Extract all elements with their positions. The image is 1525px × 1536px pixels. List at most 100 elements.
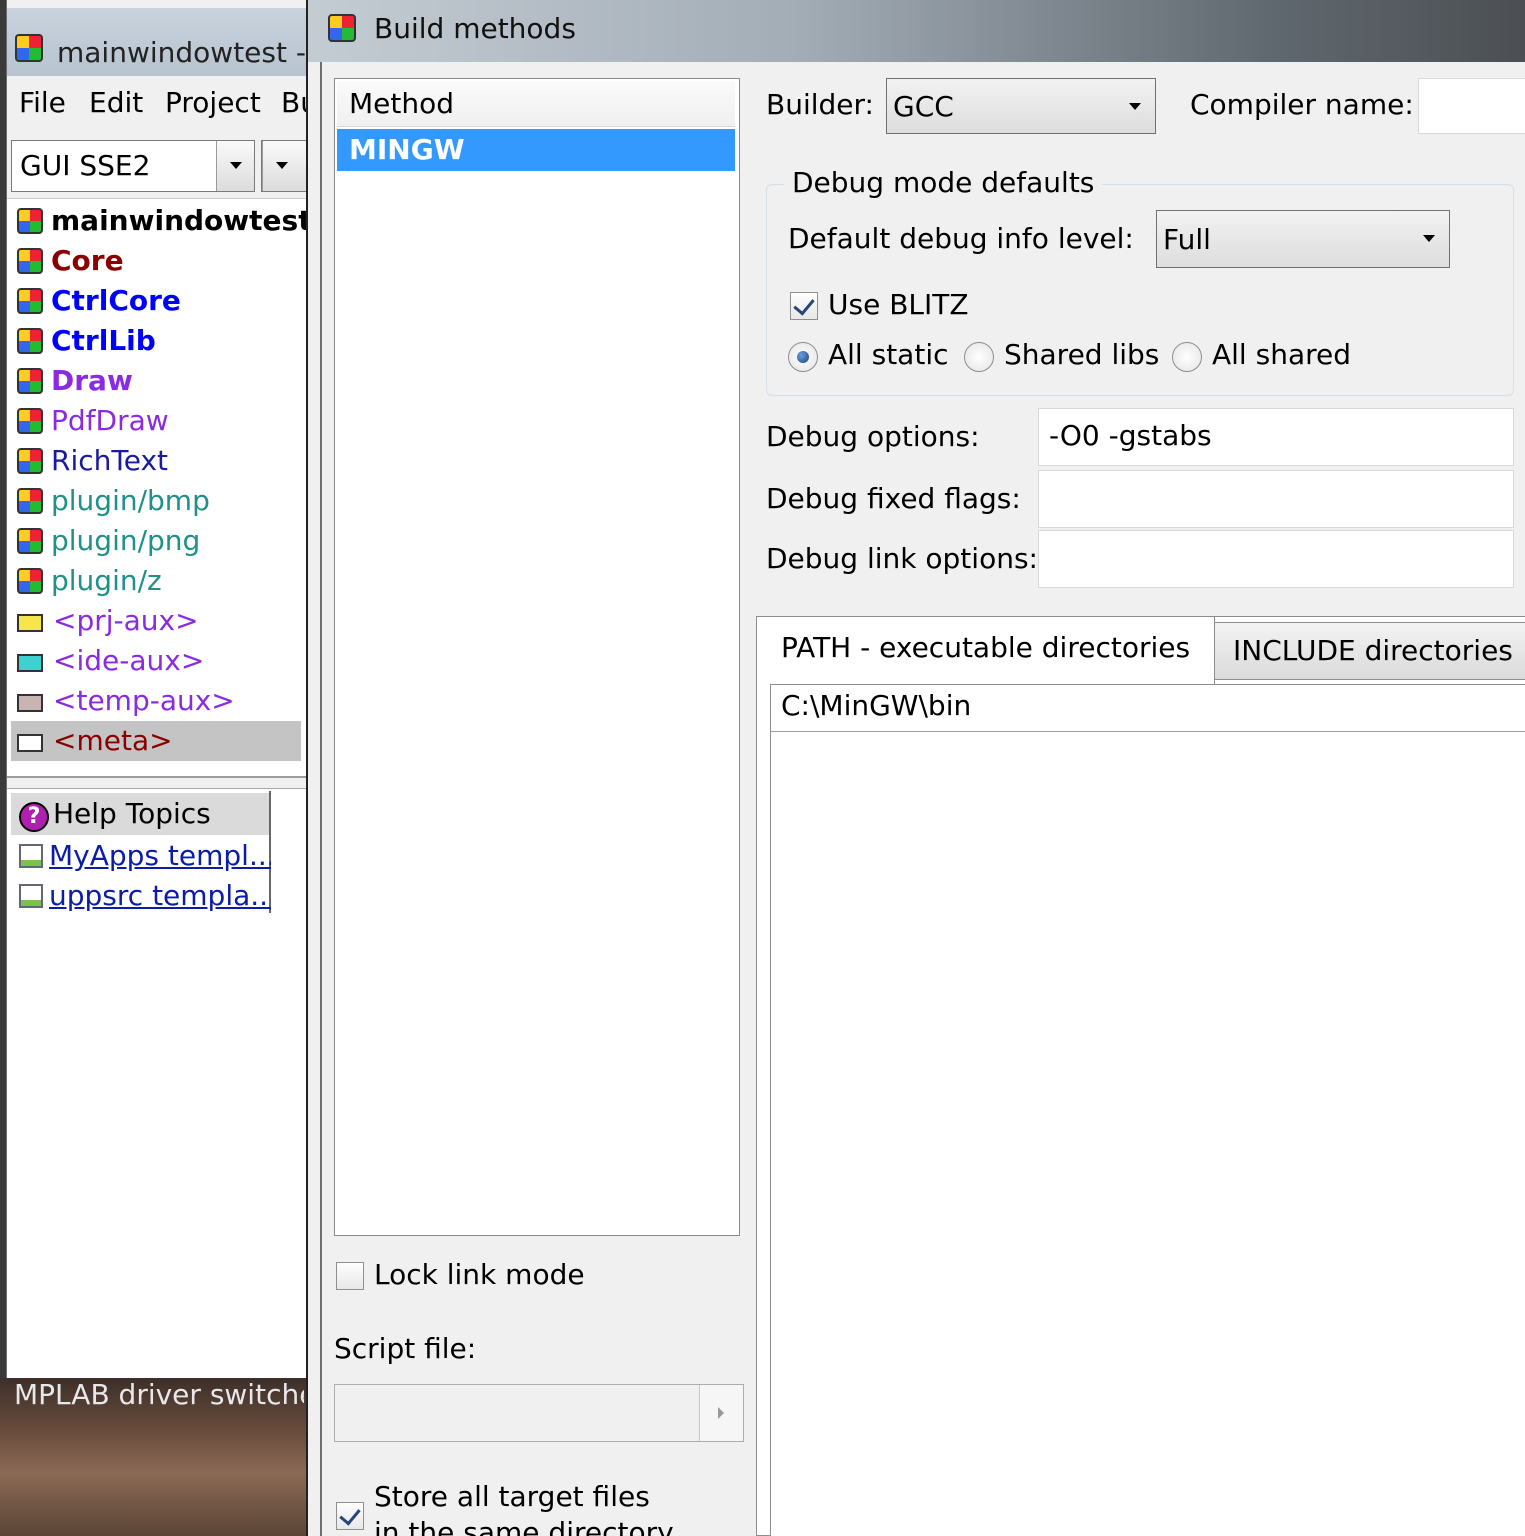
radio-all-shared-label: All shared xyxy=(1212,338,1352,371)
menubar: File Edit Project Bu xyxy=(7,82,318,128)
radio-all-static[interactable] xyxy=(788,342,818,372)
debug-options-input[interactable]: -O0 -gstabs xyxy=(1038,408,1514,466)
package-item[interactable]: mainwindowtest xyxy=(17,201,312,241)
debug-defaults-title: Debug mode defaults xyxy=(784,166,1103,199)
document-icon xyxy=(19,844,43,868)
package-label: Draw xyxy=(51,364,133,397)
package-item[interactable]: <ide-aux> xyxy=(17,641,307,681)
lock-link-mode-checkbox[interactable] xyxy=(336,1262,364,1290)
desktop-window-label: MPLAB driver switcher xyxy=(14,1380,304,1411)
help-link-label: uppsrc templa... xyxy=(49,879,271,912)
store-all-target-label: Store all target files xyxy=(374,1480,650,1513)
package-icon xyxy=(17,288,43,314)
main-titlebar[interactable]: mainwindowtest - ( xyxy=(7,8,326,76)
help-link-label: MyApps templ... xyxy=(49,839,271,872)
package-item[interactable]: CtrlLib xyxy=(17,321,307,361)
app-icon xyxy=(15,34,43,62)
package-label: plugin/z xyxy=(51,564,162,597)
method-row-mingw[interactable]: MINGW xyxy=(337,129,735,171)
package-icon xyxy=(17,368,43,394)
use-blitz-label: Use BLITZ xyxy=(828,288,969,321)
help-icon: ? xyxy=(19,802,49,832)
package-item[interactable]: Draw xyxy=(17,361,307,401)
package-label: CtrlCore xyxy=(51,284,181,317)
main-toolbar: GUI SSE2 xyxy=(7,130,307,196)
folder-icon xyxy=(17,654,43,672)
dialog-title: Build methods xyxy=(374,12,576,45)
menu-file[interactable]: File xyxy=(19,86,66,119)
chevron-right-icon[interactable] xyxy=(699,1385,743,1441)
folder-icon xyxy=(17,694,43,712)
folder-icon xyxy=(17,734,43,752)
package-item[interactable]: plugin/bmp xyxy=(17,481,307,521)
debug-options-label: Debug options: xyxy=(766,420,980,453)
debug-options-value: -O0 -gstabs xyxy=(1049,419,1212,452)
debug-info-level-value: Full xyxy=(1163,223,1211,256)
package-label: <meta> xyxy=(53,724,173,757)
package-item[interactable]: CtrlCore xyxy=(17,281,307,321)
help-topics-pane: ? Help Topics MyApps templ... uppsrc temp… xyxy=(9,791,271,913)
package-item[interactable]: RichText xyxy=(17,441,307,481)
menu-edit[interactable]: Edit xyxy=(89,86,143,119)
package-label: plugin/bmp xyxy=(51,484,210,517)
debug-fixed-flags-input[interactable] xyxy=(1038,470,1514,528)
package-icon xyxy=(17,568,43,594)
package-label: PdfDraw xyxy=(51,404,169,437)
package-icon xyxy=(17,328,43,354)
package-item[interactable]: <meta> xyxy=(11,721,301,761)
compiler-name-label: Compiler name: xyxy=(1190,88,1414,121)
package-label: <ide-aux> xyxy=(53,644,205,677)
chevron-down-icon[interactable] xyxy=(216,141,254,191)
package-label: Core xyxy=(51,244,124,277)
path-row[interactable]: C:\MinGW\bin xyxy=(781,689,971,722)
package-list[interactable]: mainwindowtest Core CtrlCore CtrlLib Draw Pdf… xyxy=(7,198,312,778)
builder-combo[interactable]: GCC xyxy=(886,78,1156,134)
help-topics-label: Help Topics xyxy=(53,797,211,830)
method-column-header[interactable]: Method xyxy=(337,81,735,127)
package-item[interactable]: Core xyxy=(17,241,307,281)
package-item[interactable]: <temp-aux> xyxy=(17,681,307,721)
help-topics-header[interactable]: ? Help Topics xyxy=(11,793,269,835)
package-item[interactable]: plugin/z xyxy=(17,561,307,601)
debug-info-level-combo[interactable]: Full xyxy=(1156,210,1450,268)
radio-shared-libs-label: Shared libs xyxy=(1004,338,1160,371)
debug-info-level-label: Default debug info level: xyxy=(788,222,1134,255)
radio-all-shared[interactable] xyxy=(1172,342,1202,372)
store-all-target-checkbox[interactable] xyxy=(336,1502,364,1530)
app-icon xyxy=(328,14,356,42)
path-directory-list[interactable]: C:\MinGW\bin xyxy=(770,684,1525,1536)
builder-value: GCC xyxy=(893,90,954,123)
package-label: RichText xyxy=(51,444,169,477)
compiler-name-input[interactable] xyxy=(1418,78,1525,134)
radio-all-static-label: All static xyxy=(828,338,949,371)
package-item[interactable]: PdfDraw xyxy=(17,401,307,441)
menu-project[interactable]: Project xyxy=(165,86,261,119)
package-label: <prj-aux> xyxy=(53,604,199,637)
dialog-frame-edge xyxy=(320,62,322,1536)
dialog-titlebar[interactable]: Build methods xyxy=(306,0,1525,62)
help-link-uppsrc[interactable]: uppsrc templa... xyxy=(19,879,271,912)
package-label: CtrlLib xyxy=(51,324,156,357)
help-link-myapps[interactable]: MyApps templ... xyxy=(19,839,271,872)
script-file-input[interactable] xyxy=(334,1384,744,1442)
package-label: mainwindowtest xyxy=(51,204,312,237)
build-mode-combo[interactable]: GUI SSE2 xyxy=(11,140,255,192)
config-combo[interactable] xyxy=(261,140,307,192)
package-icon xyxy=(17,408,43,434)
package-icon xyxy=(17,488,43,514)
main-window-title: mainwindowtest - ( xyxy=(57,36,326,69)
tab-include-directories[interactable]: INCLUDE directories xyxy=(1208,622,1525,680)
package-item[interactable]: plugin/png xyxy=(17,521,307,561)
debug-link-options-input[interactable] xyxy=(1038,530,1514,588)
package-icon xyxy=(17,528,43,554)
tab-path-directories[interactable]: PATH - executable directories xyxy=(756,616,1216,686)
builder-label: Builder: xyxy=(766,88,874,121)
debug-link-options-label: Debug link options: xyxy=(766,542,1038,575)
package-item[interactable]: <prj-aux> xyxy=(17,601,307,641)
store-all-target-label-line2: in the same directory xyxy=(374,1516,674,1536)
use-blitz-checkbox[interactable] xyxy=(790,292,818,320)
chevron-down-icon[interactable] xyxy=(262,141,306,191)
method-list[interactable]: Method MINGW xyxy=(334,78,740,1236)
row-divider xyxy=(771,731,1525,732)
radio-shared-libs[interactable] xyxy=(964,342,994,372)
